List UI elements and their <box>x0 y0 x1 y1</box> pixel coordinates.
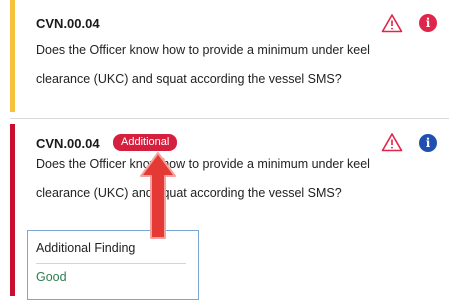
annotation-arrow-icon <box>140 152 176 239</box>
warning-triangle-icon[interactable] <box>381 13 403 33</box>
question-line: Does the Officer know how to provide a m… <box>36 43 370 57</box>
question-code: CVN.00.04 <box>36 16 100 31</box>
question-text: Does the Officer know how to provide a m… <box>36 36 416 94</box>
finding-divider <box>36 263 186 264</box>
finding-option-good[interactable]: Good <box>36 270 67 284</box>
divider <box>10 118 449 119</box>
info-icon[interactable]: i <box>419 134 437 152</box>
question-line: clearance (UKC) and squat according the … <box>36 72 342 86</box>
question-card[interactable]: CVN.00.04 Does the Officer know how to p… <box>10 0 449 112</box>
additional-badge: Additional <box>113 134 178 151</box>
finding-option-label[interactable]: Additional Finding <box>36 241 135 255</box>
warning-triangle-icon[interactable] <box>381 132 403 152</box>
info-icon[interactable]: i <box>419 14 437 32</box>
question-code: CVN.00.04 <box>36 136 100 151</box>
question-line: Does the Officer know how to provide a m… <box>36 157 370 171</box>
question-line: clearance (UKC) and squat according the … <box>36 186 342 200</box>
question-text: Does the Officer know how to provide a m… <box>36 150 416 208</box>
